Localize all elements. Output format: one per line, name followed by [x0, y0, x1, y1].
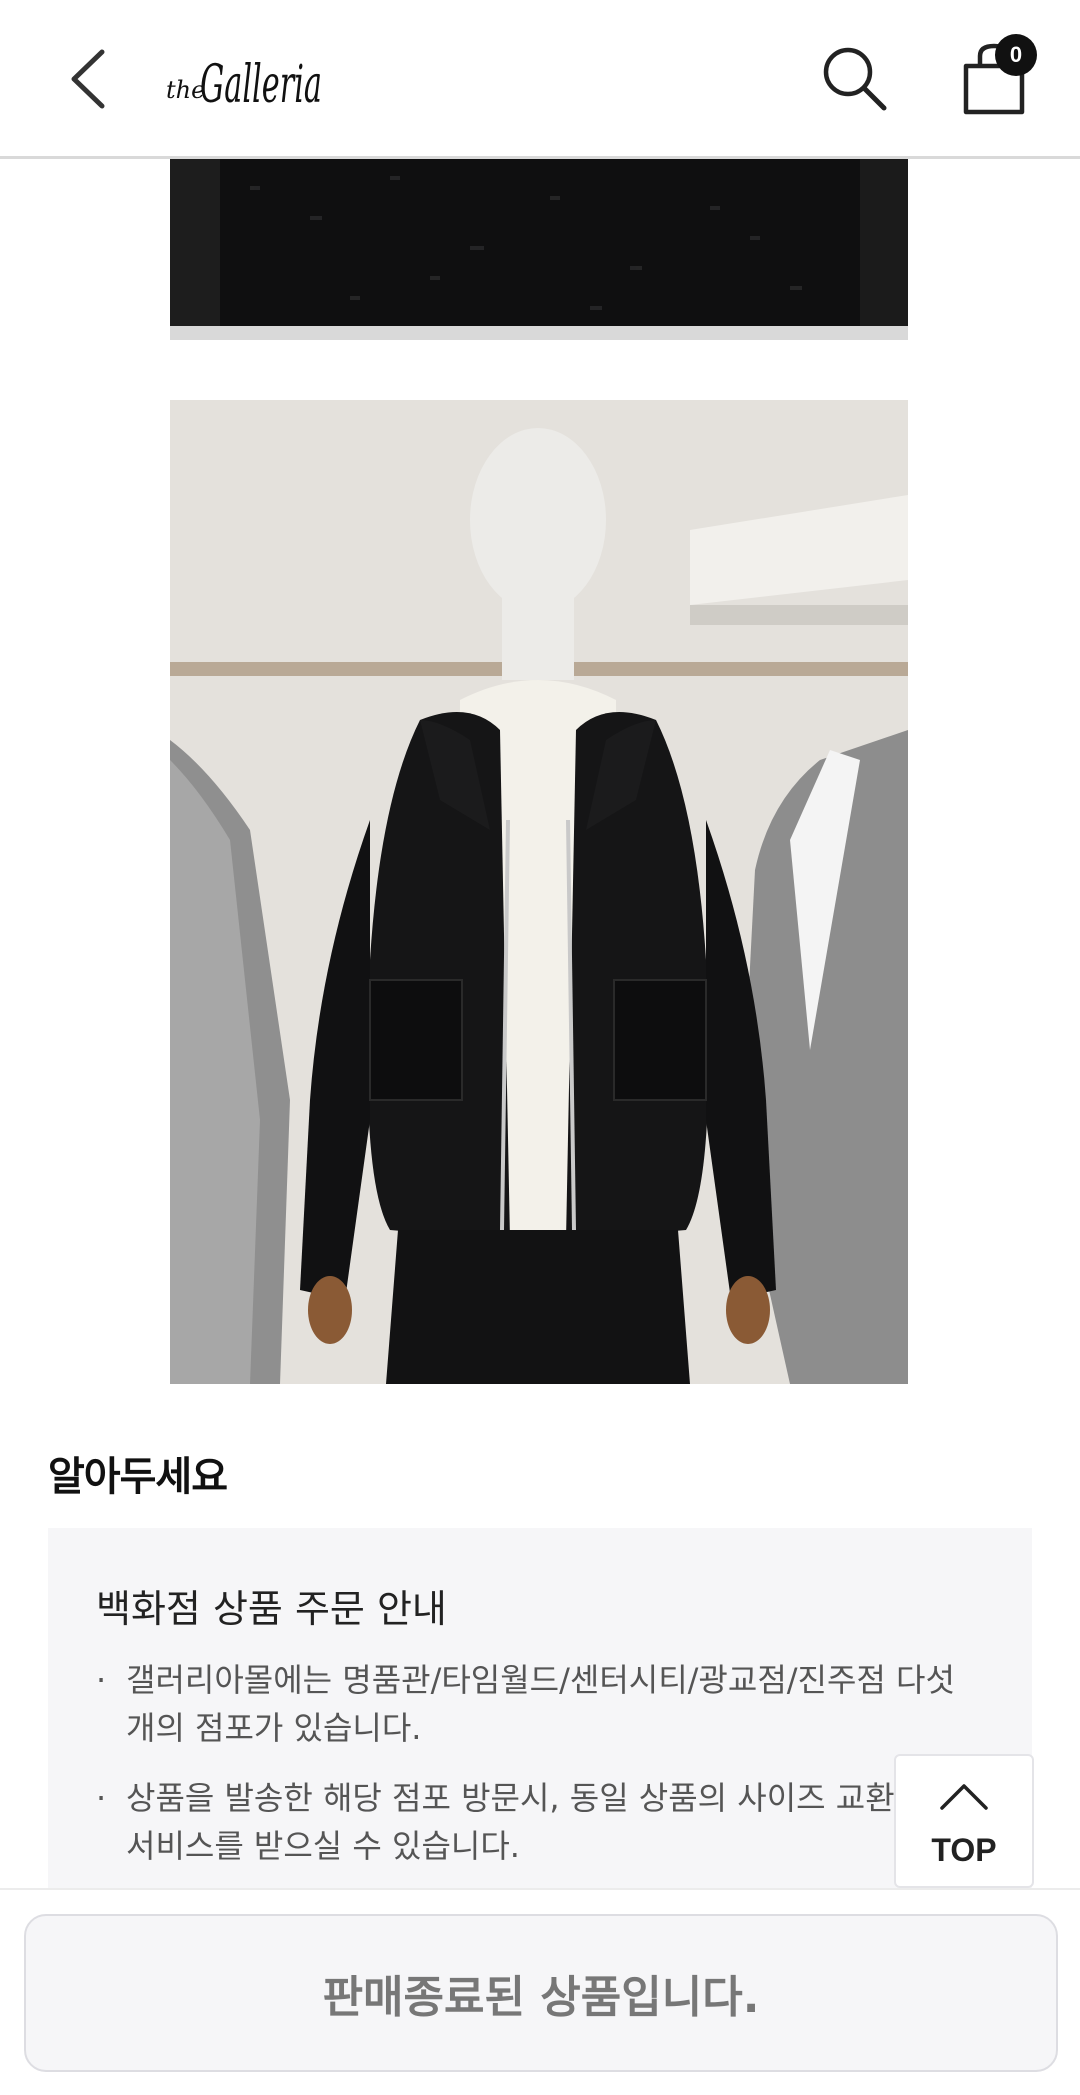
- notice-bullet: · 갤러리아몰에는 명품관/타임월드/센터시티/광교점/진주점 다섯 개의 점포…: [96, 1656, 976, 1752]
- bottom-action-bar: 판매종료된 상품입니다.: [0, 1888, 1080, 2095]
- scroll-top-button[interactable]: TOP: [894, 1754, 1034, 1888]
- svg-text:Galleria: Galleria: [200, 55, 322, 115]
- sold-out-button[interactable]: 판매종료된 상품입니다.: [24, 1914, 1058, 2072]
- back-chevron-icon[interactable]: [62, 44, 122, 114]
- notice-bullet: · 상품을 발송한 해당 점포 방문시, 동일 상품의 사이즈 교환 등 선서비…: [96, 1774, 976, 1870]
- product-detail-image-knit: [170, 156, 908, 340]
- bullet-dot-icon: ·: [96, 1779, 107, 1817]
- chevron-up-icon: [940, 1784, 988, 1810]
- notice-heading: 알아두세요: [48, 1454, 228, 1500]
- notice-bullet-text: 상품을 발송한 해당 점포 방문시, 동일 상품의 사이즈 교환 등 선서비스를…: [126, 1779, 974, 1865]
- galleria-logo[interactable]: the Galleria: [166, 20, 326, 138]
- search-icon[interactable]: [820, 44, 890, 114]
- notice-bullet-text: 갤러리아몰에는 명품관/타임월드/센터시티/광교점/진주점 다섯 개의 점포가 …: [126, 1661, 955, 1747]
- notice-subtitle: 백화점 상품 주문 안내: [96, 1587, 447, 1631]
- top-header: the Galleria 0: [0, 0, 1080, 159]
- cart-count-badge: 0: [995, 34, 1037, 76]
- notice-box: 백화점 상품 주문 안내 · 갤러리아몰에는 명품관/타임월드/센터시티/광교점…: [48, 1528, 1032, 1888]
- scroll-top-label: TOP: [931, 1832, 997, 1868]
- bullet-dot-icon: ·: [96, 1661, 107, 1699]
- product-detail-image-mannequin: [170, 400, 908, 1384]
